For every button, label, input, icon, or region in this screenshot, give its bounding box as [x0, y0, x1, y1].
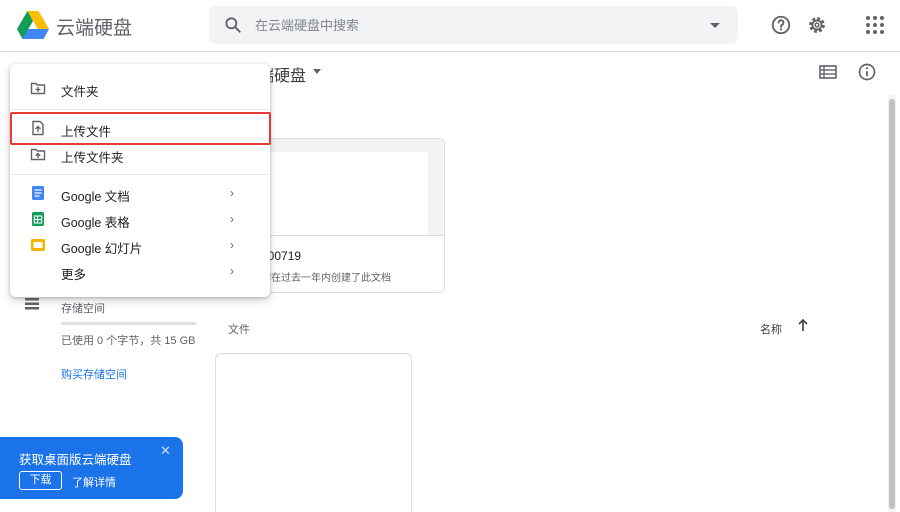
- new-folder-icon: [30, 82, 46, 95]
- menu-item-new-folder[interactable]: 文件夹: [10, 75, 270, 101]
- files-section-title: 文件: [228, 324, 250, 336]
- buy-storage-link[interactable]: 购买存储空间: [61, 366, 127, 382]
- search-icon[interactable]: [223, 15, 243, 35]
- menu-item-label: 文件夹: [61, 85, 99, 99]
- document-thumbnail: [248, 139, 444, 236]
- sort-direction-arrow-icon[interactable]: [797, 318, 809, 332]
- menu-item-label: 上传文件夹: [61, 151, 124, 165]
- info-icon[interactable]: [857, 62, 877, 82]
- chevron-right-icon: ›: [230, 264, 234, 278]
- quick-access-reason: 你在过去一年内创建了此文档: [261, 273, 391, 284]
- desktop-promo-banner: 获取桌面版云端硬盘 ✕ 下载 了解详情: [0, 437, 183, 499]
- menu-item-google-sheets[interactable]: Google 表格 ›: [10, 206, 270, 232]
- folder-upload-icon: [30, 148, 46, 161]
- chevron-right-icon: ›: [230, 186, 234, 200]
- storage-icon[interactable]: [25, 297, 39, 311]
- menu-item-google-slides[interactable]: Google 幻灯片 ›: [10, 232, 270, 258]
- menu-item-label: Google 文档: [61, 190, 130, 204]
- menu-item-label: Google 表格: [61, 216, 130, 230]
- apps-grid-icon[interactable]: [865, 15, 885, 35]
- search-bar[interactable]: [209, 6, 738, 44]
- storage-label[interactable]: 存储空间: [61, 300, 105, 316]
- main-scrollbar[interactable]: [888, 95, 896, 512]
- learn-more-link[interactable]: 了解详情: [72, 474, 116, 490]
- menu-item-label: Google 幻灯片: [61, 242, 143, 256]
- menu-item-more[interactable]: 更多 ›: [10, 258, 270, 284]
- google-sheets-icon: [32, 212, 44, 226]
- close-icon[interactable]: ✕: [160, 443, 171, 459]
- promo-title: 获取桌面版云端硬盘: [19, 453, 132, 467]
- breadcrumb-dropdown-icon[interactable]: [313, 69, 321, 74]
- menu-item-google-docs[interactable]: Google 文档 ›: [10, 180, 270, 206]
- settings-gear-icon[interactable]: [806, 14, 828, 36]
- google-docs-icon: [32, 186, 44, 200]
- top-bar: 云端硬盘: [0, 0, 900, 52]
- scrollbar-thumb[interactable]: [889, 99, 895, 509]
- file-card[interactable]: [215, 353, 412, 512]
- file-document-preview: [220, 356, 407, 374]
- menu-divider: [10, 109, 270, 110]
- list-view-icon[interactable]: [819, 64, 837, 80]
- document-preview: [260, 152, 428, 235]
- help-icon[interactable]: [770, 14, 792, 36]
- quick-access-card[interactable]: 000719 你在过去一年内创建了此文档: [247, 138, 445, 293]
- new-item-menu: 文件夹 上传文件 上传文件夹 Google 文档 › Google 表格 › G…: [10, 64, 271, 297]
- storage-used-text: 已使用 0 个字节，共 15 GB: [61, 335, 196, 347]
- menu-divider: [10, 174, 270, 175]
- google-slides-icon: [31, 239, 45, 251]
- sort-by-name-button[interactable]: 名称: [760, 321, 782, 337]
- chevron-right-icon: ›: [230, 212, 234, 226]
- app-title[interactable]: 云端硬盘: [56, 13, 132, 40]
- menu-item-upload-folder[interactable]: 上传文件夹: [10, 141, 270, 167]
- search-options-icon[interactable]: [710, 23, 720, 28]
- download-button[interactable]: 下载: [19, 471, 62, 490]
- storage-usage-bar: [61, 322, 196, 325]
- chevron-right-icon: ›: [230, 238, 234, 252]
- drive-logo-icon[interactable]: [17, 11, 49, 40]
- search-input[interactable]: [255, 16, 695, 34]
- menu-item-label: 更多: [61, 268, 87, 282]
